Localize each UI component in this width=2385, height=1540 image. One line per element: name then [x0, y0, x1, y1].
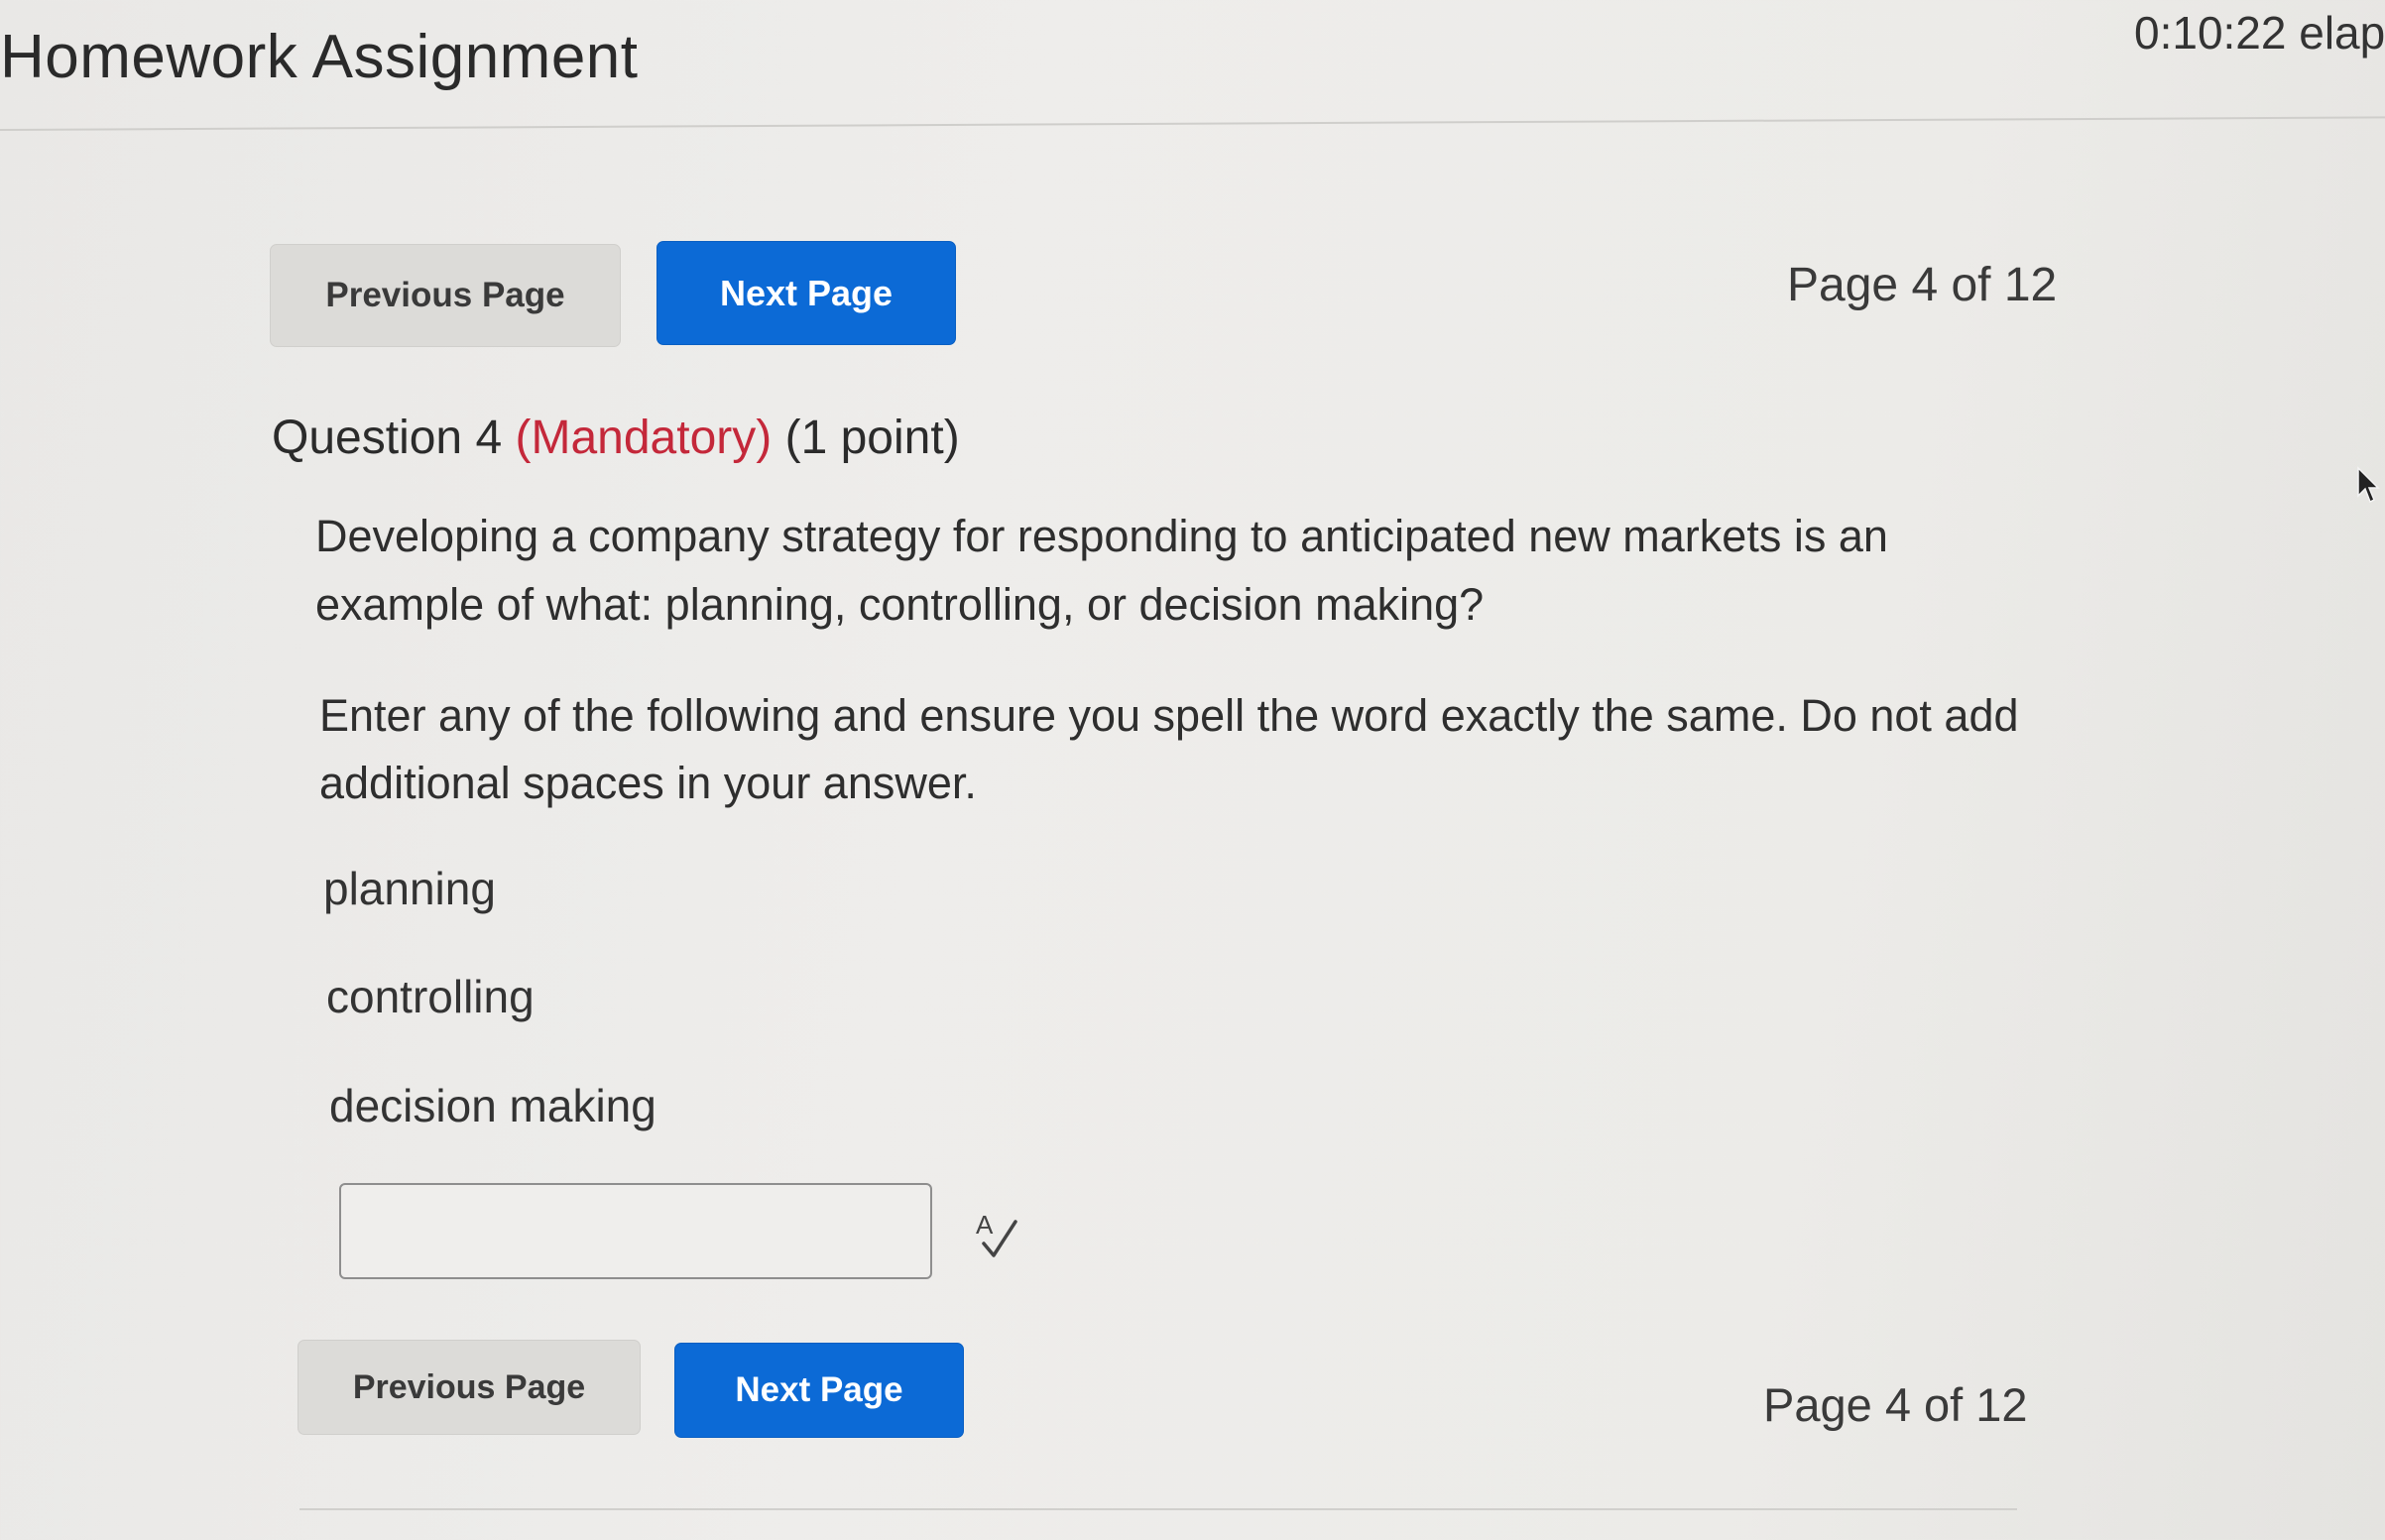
option-decision-making: decision making: [329, 1080, 656, 1131]
footer-divider: [299, 1508, 2017, 1510]
next-page-label: Next Page: [735, 1370, 903, 1409]
elapsed-timer: 0:10:22 elaps: [2134, 7, 2385, 59]
next-page-button-bottom[interactable]: Next Page: [674, 1343, 964, 1438]
next-page-button-top[interactable]: Next Page: [656, 241, 956, 345]
option-controlling: controlling: [326, 971, 535, 1022]
answer-input[interactable]: [339, 1183, 932, 1279]
page-indicator-bottom: Page 4 of 12: [1763, 1378, 2028, 1431]
mandatory-label: (Mandatory): [515, 412, 773, 464]
header-divider: [0, 116, 2385, 131]
mouse-pointer-icon: [2357, 466, 2380, 504]
option-planning: planning: [323, 863, 496, 914]
previous-page-label: Previous Page: [325, 276, 565, 314]
question-title: Question 4: [272, 412, 503, 464]
answer-instructions: Enter any of the following and ensure yo…: [319, 690, 2019, 808]
question-points: (1 point): [784, 412, 960, 464]
question-header: Question 4 (Mandatory) (1 point): [272, 411, 960, 465]
previous-page-button-bottom[interactable]: Previous Page: [298, 1340, 641, 1435]
spellcheck-icon[interactable]: A: [974, 1210, 1021, 1261]
svg-text:A: A: [976, 1210, 994, 1240]
previous-page-button-top[interactable]: Previous Page: [270, 244, 621, 347]
page-title: Homework Assignment: [0, 23, 639, 91]
next-page-label: Next Page: [719, 272, 894, 313]
page-indicator-top: Page 4 of 12: [1787, 259, 2058, 311]
previous-page-label: Previous Page: [352, 1367, 586, 1406]
question-text: Developing a company strategy for respon…: [315, 511, 1888, 630]
